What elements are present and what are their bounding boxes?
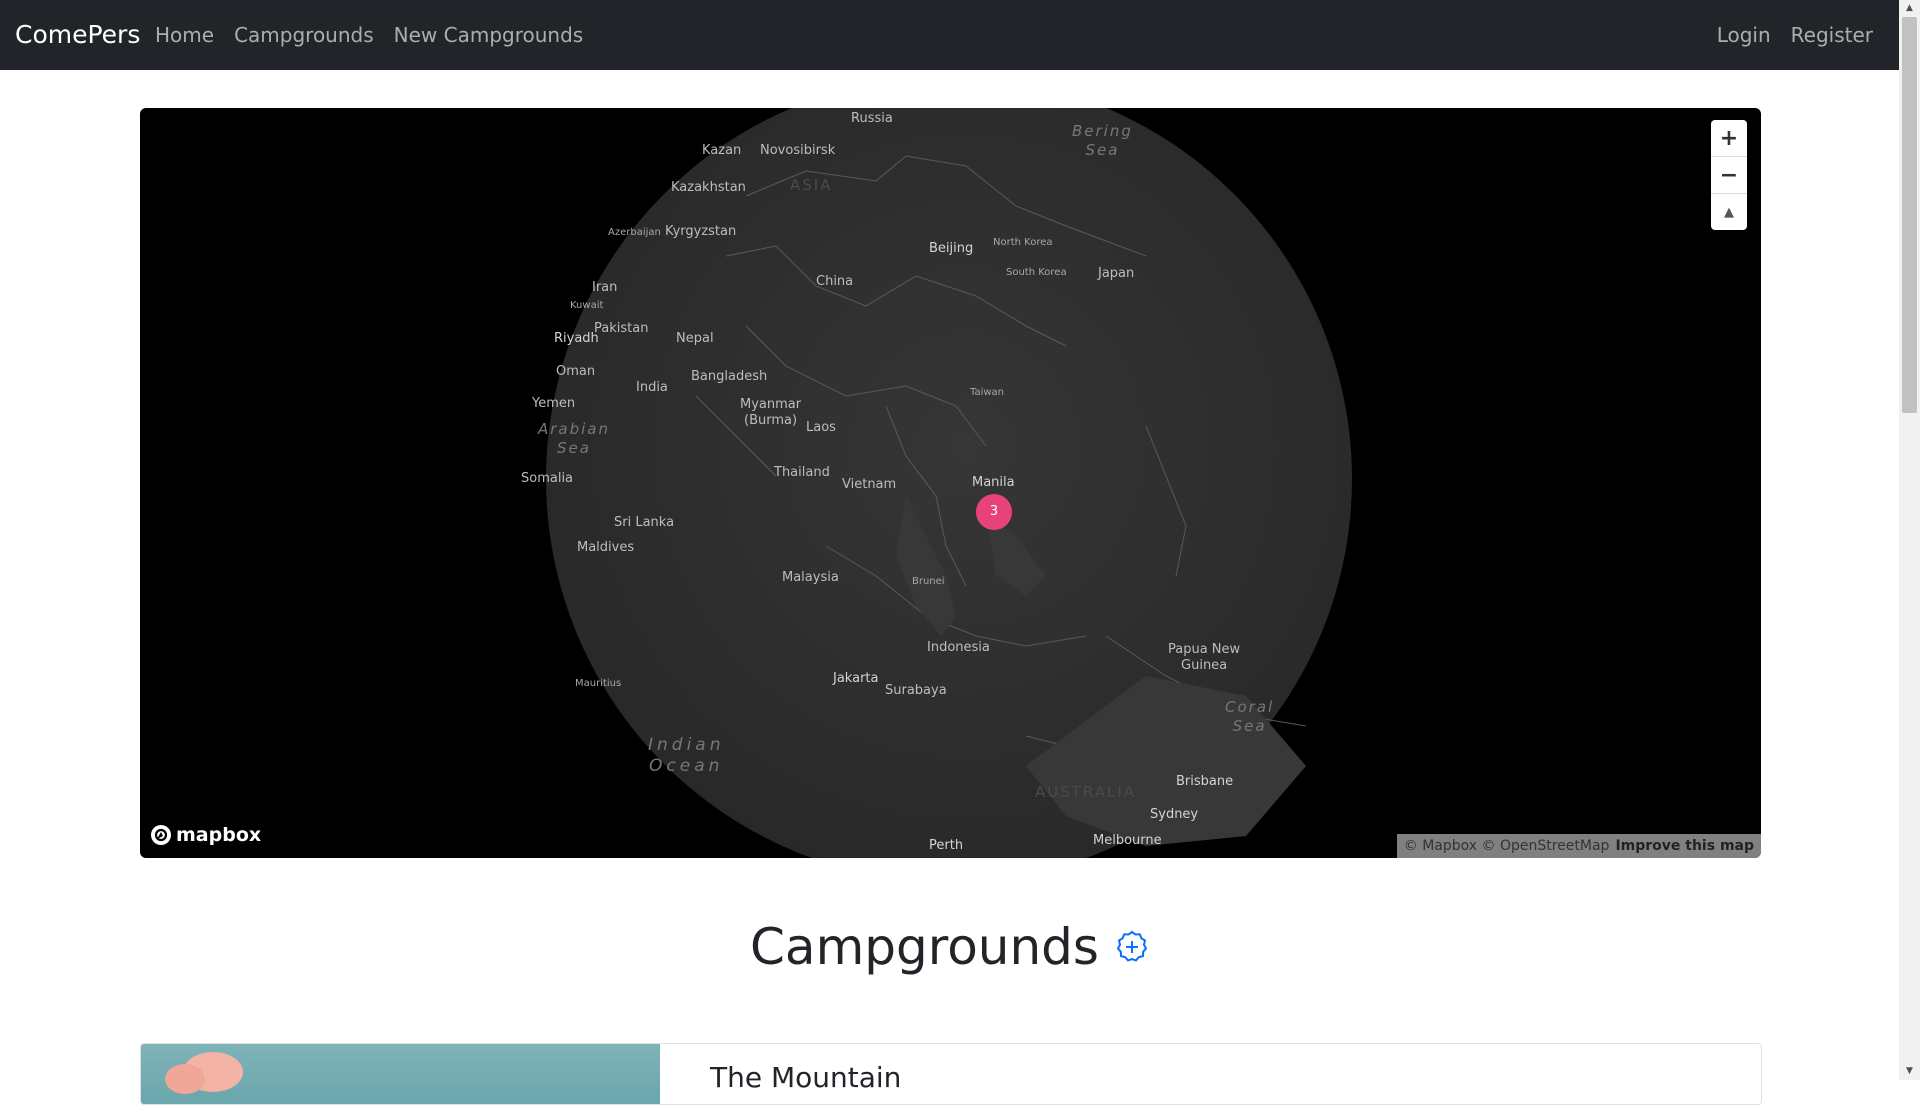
page-scrollbar[interactable]: ▲ ▼ [1899, 0, 1920, 1080]
map-label-oman: Oman [556, 364, 596, 379]
zoom-in-button[interactable]: + [1711, 120, 1747, 157]
map-label-kazakhstan: Kazakhstan [671, 180, 746, 195]
map-label-south-korea: South Korea [1006, 267, 1067, 278]
nav-login-link[interactable]: Login [1717, 23, 1771, 47]
map-label-arabian-sea: Arabian Sea [538, 420, 611, 457]
nav-campgrounds-link[interactable]: Campgrounds [234, 23, 374, 47]
map-label-bangladesh: Bangladesh [691, 369, 768, 384]
map-navigation-controls: + − ▲ [1711, 120, 1747, 230]
campground-card: The Mountain [140, 1043, 1762, 1105]
map-label-china: China [816, 274, 854, 289]
map-label-sri-lanka: Sri Lanka [614, 515, 675, 530]
map-label-myanmar: Myanmar (Burma) [740, 397, 802, 428]
map-label-brisbane: Brisbane [1176, 774, 1234, 789]
campground-title: The Mountain [710, 1061, 902, 1094]
map-label-beijing: Beijing [929, 241, 974, 256]
zoom-out-button[interactable]: − [1711, 157, 1747, 194]
map-label-yemen: Yemen [532, 396, 576, 411]
nav-left: Home Campgrounds New Campgrounds [155, 0, 583, 70]
mapbox-logo[interactable]: mapbox [150, 824, 261, 846]
compass-reset-button[interactable]: ▲ [1711, 194, 1747, 230]
map-label-manila: Manila [972, 475, 1015, 490]
improve-map-link[interactable]: Improve this map [1615, 838, 1754, 854]
map-label-kyrgyzstan: Kyrgyzstan [665, 224, 737, 239]
map-label-taiwan: Taiwan [970, 387, 1005, 398]
map-label-surabaya: Surabaya [885, 683, 947, 698]
map-label-kazan: Kazan [702, 143, 742, 158]
map-label-somalia: Somalia [521, 471, 574, 486]
map-label-indonesia: Indonesia [927, 640, 990, 655]
cloud-shape [165, 1064, 205, 1094]
map-label-pakistan: Pakistan [594, 321, 649, 336]
campground-image [141, 1044, 660, 1104]
map-label-bering-sea: Bering Sea [1072, 122, 1133, 159]
map-label-melbourne: Melbourne [1093, 833, 1162, 848]
scroll-up-arrow-icon[interactable]: ▲ [1899, 0, 1920, 17]
nav-register-link[interactable]: Register [1791, 23, 1873, 47]
nav-new-campgrounds-link[interactable]: New Campgrounds [394, 23, 584, 47]
map-label-coral-sea: Coral Sea [1225, 698, 1275, 735]
brand-logo[interactable]: ComePers [15, 0, 140, 70]
map-label-thailand: Thailand [774, 465, 830, 480]
map-label-perth: Perth [929, 838, 964, 853]
map-label-indian-ocean: Indian Ocean [648, 735, 725, 777]
navbar: ComePers Home Campgrounds New Campground… [0, 0, 1899, 70]
map-label-maldives: Maldives [577, 540, 635, 555]
map-label-iran: Iran [592, 280, 618, 295]
map-label-kuwait: Kuwait [570, 300, 604, 311]
map-label-asia: ASIA [790, 176, 833, 194]
map-label-australia: AUSTRALIA [1035, 783, 1137, 801]
map-label-vietnam: Vietnam [842, 477, 897, 492]
map-label-papua: Papua New Guinea [1168, 642, 1241, 673]
map-attribution: © Mapbox © OpenStreetMap Improve this ma… [1396, 834, 1761, 858]
map-label-riyadh: Riyadh [554, 331, 599, 346]
map-label-brunei: Brunei [912, 576, 945, 587]
nav-home-link[interactable]: Home [155, 23, 214, 47]
map-label-india: India [636, 380, 668, 395]
map-label-jakarta: Jakarta [833, 671, 879, 686]
scrollbar-thumb[interactable] [1902, 17, 1917, 413]
map-label-mauritius: Mauritius [575, 678, 622, 689]
map-label-north-korea: North Korea [993, 237, 1053, 248]
attribution-text[interactable]: © Mapbox © OpenStreetMap [1404, 838, 1610, 854]
cluster-map[interactable]: Russia Bering Sea Kazan Novosibirsk Kaza… [140, 108, 1761, 858]
map-label-nepal: Nepal [676, 331, 714, 346]
map-label-russia: Russia [851, 111, 893, 126]
map-label-japan: Japan [1098, 266, 1135, 281]
mapbox-logo-icon [151, 825, 171, 845]
scroll-down-arrow-icon[interactable]: ▼ [1899, 1063, 1920, 1080]
map-label-laos: Laos [806, 420, 836, 435]
plus-circle-icon[interactable] [1115, 930, 1149, 964]
map-label-sydney: Sydney [1150, 807, 1199, 822]
nav-right: Login Register [1717, 0, 1873, 70]
map-label-azerbaijan: Azerbaijan [608, 227, 661, 238]
map-label-novosibirsk: Novosibirsk [760, 143, 836, 158]
mapbox-logo-text: mapbox [176, 824, 262, 846]
page-title: Campgrounds [750, 918, 1099, 976]
campground-cluster-marker[interactable]: 3 [976, 494, 1012, 530]
map-label-malaysia: Malaysia [782, 570, 839, 585]
campgrounds-heading: Campgrounds [0, 918, 1899, 976]
